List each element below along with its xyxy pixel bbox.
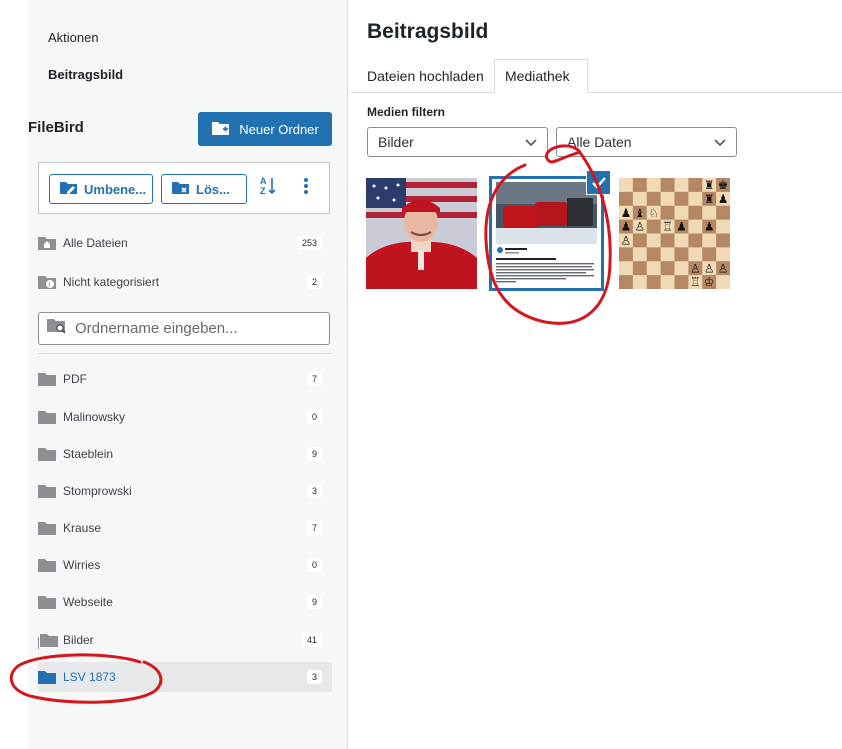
folder-icon — [38, 410, 56, 424]
modal-title: Beitragsbild — [367, 20, 489, 43]
folder-count: 0 — [306, 410, 322, 424]
uncategorized-folder-icon: i — [38, 275, 56, 289]
home-folder-icon — [38, 236, 56, 250]
folder-stack-icon — [38, 633, 58, 649]
chess-piece: ♙ — [690, 261, 701, 275]
chess-piece: ♚ — [718, 178, 729, 192]
new-folder-icon — [211, 120, 231, 139]
chess-piece: ♜ — [704, 192, 715, 206]
media-type-value: Bilder — [378, 134, 414, 150]
folder-item[interactable]: Bilder 41 — [38, 626, 332, 654]
folder-count: 0 — [306, 558, 322, 572]
folder-count: 9 — [306, 447, 322, 461]
folder-count: 253 — [296, 236, 322, 250]
folder-label: Malinowsky — [63, 410, 126, 424]
media-thumbnail-portrait[interactable] — [366, 178, 477, 289]
chevron-down-icon — [714, 134, 726, 153]
chess-piece: ♙ — [718, 261, 729, 275]
folder-label: LSV 1873 — [63, 670, 116, 684]
svg-text:Z: Z — [260, 186, 266, 196]
featured-image-link[interactable]: Beitragsbild — [48, 67, 123, 82]
media-type-select[interactable]: Bilder — [367, 127, 548, 157]
folder-icon — [38, 372, 56, 386]
folder-label: Krause — [63, 521, 102, 535]
folder-search[interactable] — [38, 312, 330, 345]
chess-piece: ♙ — [621, 234, 632, 248]
folder-search-icon — [47, 318, 67, 339]
folder-item[interactable]: Wirries 0 — [38, 551, 332, 579]
rename-button[interactable]: Umbene... — [49, 174, 153, 204]
selected-check-icon[interactable] — [586, 170, 611, 195]
chess-piece: ♘ — [648, 206, 659, 220]
folder-item[interactable]: Krause 7 — [38, 514, 332, 542]
chess-piece: ♙ — [635, 220, 646, 234]
folder-label: Wirries — [63, 558, 101, 572]
date-select[interactable]: Alle Daten — [556, 127, 737, 157]
folder-label: Nicht kategorisiert — [63, 275, 160, 289]
folder-uncategorized[interactable]: i Nicht kategorisiert 2 — [38, 268, 332, 296]
chess-piece: ♜ — [704, 178, 715, 192]
chess-piece: ♟ — [704, 220, 715, 234]
folder-count: 41 — [301, 633, 322, 647]
folder-item[interactable]: PDF 7 — [38, 365, 332, 393]
chess-piece: ♟ — [718, 192, 729, 206]
folder-item[interactable]: Malinowsky 0 — [38, 403, 332, 431]
folder-all-files[interactable]: Alle Dateien 253 — [38, 229, 332, 257]
chess-piece: ♖ — [662, 220, 673, 234]
sort-az-icon[interactable]: AZ — [260, 175, 276, 200]
chess-piece: ♟ — [621, 220, 632, 234]
folder-label: Webseite — [63, 595, 113, 609]
media-thumbnail-chess[interactable]: ♜ ♚ ♜ ♟ ♟ ♝ ♘ ♟ ♙ ♖ ♟ ♟ ♙ ♙ ♖ ♔ ♙ ♙ — [619, 178, 730, 289]
folder-count: 7 — [306, 521, 322, 535]
folder-count: 9 — [306, 595, 322, 609]
new-folder-button[interactable]: Neuer Ordner — [198, 112, 332, 146]
folder-label: PDF — [63, 372, 87, 386]
folder-label: Bilder — [63, 633, 94, 647]
folder-label: Staeblein — [63, 447, 114, 461]
folder-toolbar: Umbene... Lös... AZ — [38, 162, 330, 214]
folder-item[interactable]: Staeblein 9 — [38, 440, 332, 468]
filebird-title: FileBird — [28, 119, 84, 136]
more-vertical-icon[interactable] — [303, 176, 309, 199]
chevron-down-icon — [525, 134, 537, 153]
rename-label: Umbene... — [84, 181, 147, 197]
tab-upload-files[interactable]: Dateien hochladen — [357, 59, 494, 93]
chess-piece: ♝ — [635, 206, 646, 220]
folder-icon — [38, 521, 56, 535]
sidebar-divider — [38, 353, 332, 354]
filter-label: Medien filtern — [367, 105, 446, 119]
folder-item-active[interactable]: LSV 1873 3 — [38, 662, 332, 692]
folder-item[interactable]: Stomprowski 3 — [38, 477, 332, 505]
filebird-sidebar: Aktionen Beitragsbild FileBird Neuer Ord… — [28, 0, 348, 749]
rename-folder-icon — [60, 181, 78, 198]
folder-icon — [38, 447, 56, 461]
delete-button[interactable]: Lös... — [161, 174, 247, 204]
delete-label: Lös... — [196, 181, 230, 197]
folder-count: 3 — [306, 670, 322, 684]
delete-folder-icon — [172, 181, 190, 198]
folder-label: Stomprowski — [63, 484, 132, 498]
folder-icon — [38, 595, 56, 609]
chess-piece: ♖ — [690, 275, 701, 289]
new-folder-label: Neuer Ordner — [239, 121, 319, 137]
actions-link[interactable]: Aktionen — [48, 30, 99, 45]
date-value: Alle Daten — [567, 134, 632, 150]
folder-search-input[interactable] — [75, 320, 305, 337]
folder-count: 2 — [306, 275, 322, 289]
chess-piece: ♙ — [704, 261, 715, 275]
folder-icon — [38, 484, 56, 498]
chess-piece: ♟ — [676, 220, 687, 234]
folder-item[interactable]: Webseite 9 — [38, 588, 332, 616]
folder-label: Alle Dateien — [63, 236, 128, 250]
folder-count: 7 — [306, 372, 322, 386]
svg-text:A: A — [260, 176, 267, 186]
folder-icon — [38, 558, 56, 572]
folder-icon — [38, 670, 56, 684]
folder-count: 3 — [306, 484, 322, 498]
chess-piece: ♔ — [704, 275, 715, 289]
chess-piece: ♟ — [621, 206, 632, 220]
tab-media-library[interactable]: Mediathek — [494, 59, 588, 93]
